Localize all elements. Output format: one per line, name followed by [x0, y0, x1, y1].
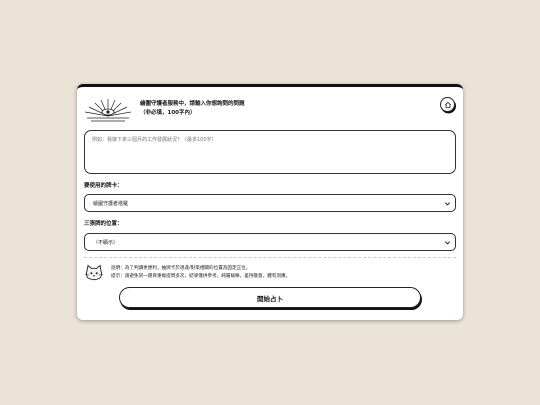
chevron-down-icon [444, 202, 451, 206]
note-tip: 提示：請避免同一題目重複提問多次，結果僅供參考，純屬娛樂，差持敬意，體有洞應。 [111, 274, 291, 279]
reversed-select-value: （不顯示） [93, 239, 119, 246]
deck-select-value: 繪圖守護者塔羅 [93, 200, 129, 207]
eye-sunburst-icon [84, 99, 132, 122]
chevron-down-icon [444, 241, 451, 245]
deck-select[interactable]: 繪圖守護者塔羅 [84, 194, 456, 212]
start-reading-button[interactable]: 開始占卜 [119, 287, 421, 308]
question-input[interactable] [84, 130, 456, 174]
note-explanation: 說明：為了判讀更便利，抽牌卡於適逢/對策相關的位置為固定正位。 [111, 266, 251, 271]
home-button[interactable] [440, 97, 455, 112]
divider [84, 257, 456, 258]
header: 繪圖守護者服務中，請輸入你想詢問的問題 （非必填，100字內） [83, 96, 455, 126]
prompt-subtitle: （非必填，100字內） [140, 110, 196, 116]
cat-icon [84, 264, 104, 281]
reversed-label: 三張牌的位置： [84, 221, 123, 227]
prompt-title: 繪圖守護者服務中，請輸入你想詢問的問題 [140, 101, 245, 107]
reading-card: 繪圖守護者服務中，請輸入你想詢問的問題 （非必填，100字內） 要使用的牌卡： … [77, 84, 463, 320]
reversed-select[interactable]: （不顯示） [84, 233, 456, 251]
deck-label: 要使用的牌卡： [84, 183, 123, 189]
home-icon [444, 101, 451, 108]
